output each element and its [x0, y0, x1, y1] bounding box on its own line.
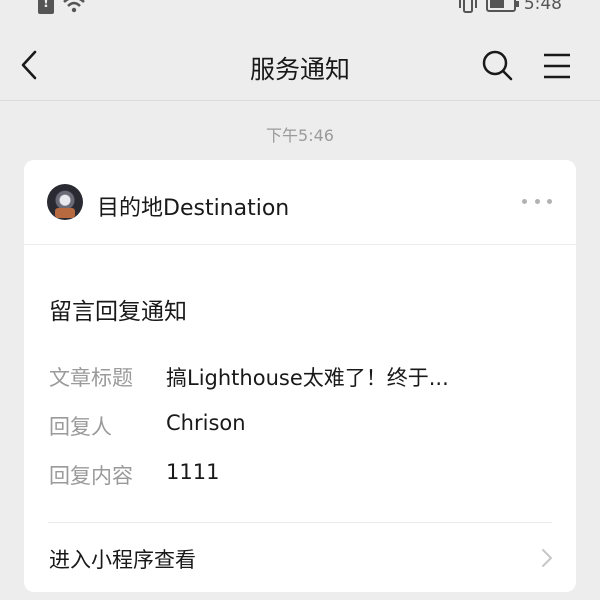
more-button[interactable]	[522, 192, 552, 210]
menu-icon	[544, 53, 570, 79]
search-button[interactable]	[480, 48, 514, 82]
wifi-icon	[63, 0, 85, 13]
field-value: 1111	[166, 460, 220, 484]
more-dots-icon	[534, 198, 540, 204]
battery-icon	[485, 0, 519, 12]
field-label: 回复人	[49, 415, 112, 439]
vibrate-icon	[458, 0, 477, 13]
card-divider	[24, 244, 576, 245]
field-label: 回复内容	[49, 464, 133, 488]
message-timestamp: 下午5:46	[266, 126, 334, 145]
open-mini-program-link[interactable]: 进入小程序查看	[24, 523, 576, 592]
field-label: 文章标题	[49, 366, 133, 390]
field-row-article-title: 文章标题 搞Lighthouse太难了！终于...	[49, 362, 569, 392]
field-value: Chrison	[166, 411, 246, 435]
more-dots-icon	[547, 198, 552, 204]
status-right: 5:48	[458, 0, 562, 14]
card-header[interactable]: 目的地Destination	[24, 160, 576, 244]
status-left	[38, 0, 86, 14]
field-row-reply-content: 回复内容 1111	[49, 460, 569, 490]
field-value: 搞Lighthouse太难了！终于...	[166, 366, 449, 390]
nav-divider	[0, 100, 600, 101]
search-icon	[482, 50, 513, 81]
sim-alert-icon	[38, 0, 54, 14]
nav-bar: 服务通知	[0, 22, 600, 102]
notice-title: 留言回复通知	[49, 299, 187, 325]
status-bar: 5:48	[0, 0, 600, 22]
chevron-right-icon	[542, 549, 552, 567]
mini-program-label: 进入小程序查看	[49, 548, 196, 572]
status-time: 5:48	[523, 0, 562, 14]
account-name[interactable]: 目的地Destination	[97, 190, 289, 222]
avatar[interactable]	[47, 184, 83, 220]
menu-button[interactable]	[540, 49, 574, 83]
notification-card[interactable]: 目的地Destination 留言回复通知 文章标题 搞Lighthouse太难…	[24, 160, 576, 592]
field-row-replier: 回复人 Chrison	[49, 411, 569, 441]
more-dots-icon	[522, 198, 527, 204]
